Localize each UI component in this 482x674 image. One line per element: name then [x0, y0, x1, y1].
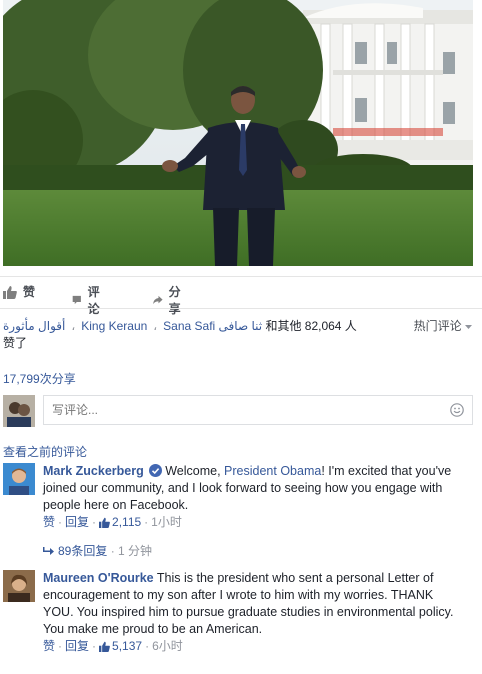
divider: [0, 276, 482, 277]
likes-line-2: 赞了: [3, 336, 28, 350]
liker-link[interactable]: أقوال مأثورة: [3, 319, 65, 333]
share-count-link[interactable]: 17,799次分享: [3, 370, 76, 387]
comment-body: Mark Zuckerberg Welcome, President Obama…: [43, 463, 463, 560]
thumbs-up-icon: [99, 641, 110, 652]
replies-time: 1 分钟: [118, 544, 153, 558]
likes-summary: أقوال مأثورة ، King Keraun ، Sana Safi ثنا ص…: [3, 318, 478, 350]
comment-time: 1小时: [151, 515, 182, 529]
comment-reply-link[interactable]: 回复: [65, 639, 89, 653]
comment-reply-link[interactable]: 回复: [65, 515, 89, 529]
separator: ،: [153, 319, 158, 333]
commenter-avatar-image: [3, 570, 35, 602]
liker-link[interactable]: Sana Safi ثنا صافی: [163, 319, 262, 333]
divider: [0, 308, 482, 309]
likes-others[interactable]: 和其他 82,064 人: [265, 319, 356, 333]
mention-link[interactable]: President Obama: [224, 464, 321, 478]
comment-sort-dropdown[interactable]: 热门评论: [414, 318, 472, 334]
comment-input-box[interactable]: [43, 395, 473, 425]
share-button[interactable]: 分享: [153, 283, 185, 317]
view-previous-comments-link[interactable]: 查看之前的评论: [3, 443, 87, 460]
comment-text-line: You make me proud to be an American.: [43, 622, 263, 636]
like-button[interactable]: 赞: [3, 283, 35, 300]
thumbs-up-icon: [99, 517, 110, 528]
comment-text: Maureen O'Rourke This is the president w…: [43, 570, 463, 621]
comment-time: 6小时: [152, 639, 183, 653]
comment-composer: [3, 395, 473, 427]
likes-line: أقوال مأثورة ، King Keraun ، Sana Safi ثنا ص…: [3, 318, 478, 334]
share-icon: [153, 295, 163, 305]
comment-author[interactable]: Maureen O'Rourke: [43, 571, 154, 585]
comment-like-link[interactable]: 赞: [43, 639, 55, 653]
video-frame-image: [3, 0, 473, 266]
commenter-avatar-image: [3, 463, 35, 495]
like-label: 赞: [23, 285, 36, 299]
share-label: 分享: [168, 285, 181, 316]
thumbs-up-icon: [3, 285, 17, 299]
avatar[interactable]: [3, 463, 35, 495]
comment-button[interactable]: 评论: [72, 283, 104, 317]
comment-input[interactable]: [44, 396, 434, 424]
replies-count: 89条回复: [58, 544, 108, 558]
chevron-down-icon: [465, 325, 472, 329]
comment-text-part: Welcome,: [165, 464, 225, 478]
comment-icon: [72, 295, 81, 305]
comment-label: 评论: [87, 285, 100, 316]
liker-link[interactable]: King Keraun: [81, 319, 147, 333]
separator: ،: [71, 319, 76, 333]
avatar[interactable]: [3, 570, 35, 602]
reply-arrow-icon: [43, 547, 54, 555]
view-replies-link[interactable]: 89条回复 · 1 分钟: [43, 543, 463, 560]
comment-like-link[interactable]: 赞: [43, 515, 55, 529]
comment-meta: 赞 · 回复 · 5,137 · 6小时: [43, 639, 183, 653]
user-avatar-image: [3, 395, 35, 427]
comment-body: Maureen O'Rourke This is the president w…: [43, 570, 463, 655]
comment-like-count[interactable]: 5,137: [112, 639, 142, 653]
comment-like-count[interactable]: 2,115: [112, 515, 141, 529]
video-player[interactable]: [3, 0, 473, 266]
comment-author[interactable]: Mark Zuckerberg: [43, 464, 144, 478]
comment-meta: 赞 · 回复 · 2,115 · 1小时: [43, 515, 182, 529]
verified-badge-icon: [149, 464, 163, 477]
sort-label: 热门评论: [413, 319, 462, 333]
avatar: [3, 395, 35, 427]
emoji-icon[interactable]: [450, 403, 464, 417]
comment-text: Mark Zuckerberg Welcome, President Obama…: [43, 463, 463, 514]
